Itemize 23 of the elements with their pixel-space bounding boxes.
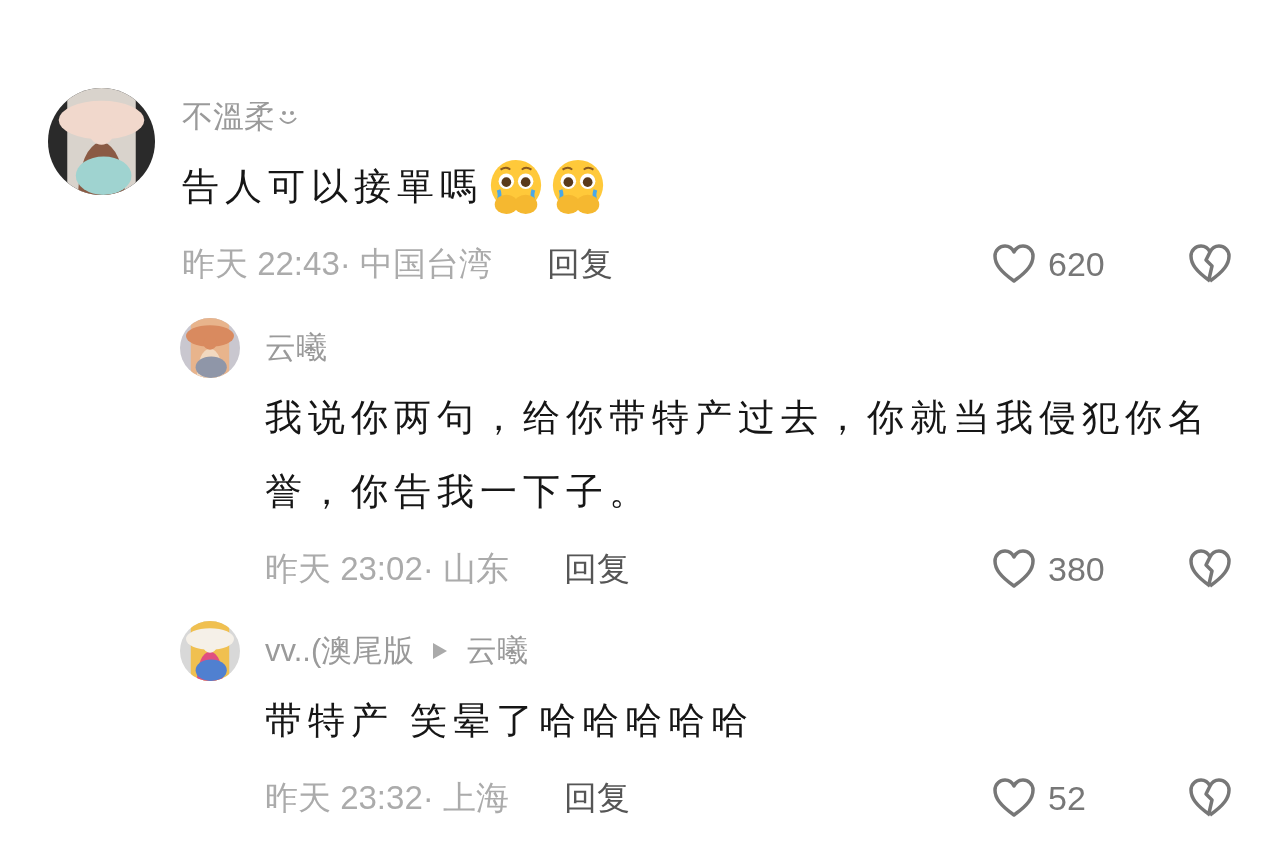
username[interactable]: 云曦	[265, 327, 327, 369]
reply-button[interactable]: 回复	[563, 775, 630, 821]
timestamp: 昨天 23:32· 上海	[265, 777, 509, 818]
reply-button[interactable]: 回复	[546, 241, 613, 287]
timestamp: 昨天 23:02· 山东	[265, 548, 509, 589]
username[interactable]: vv..(澳尾版	[265, 630, 415, 672]
comment-text: 告人可以接單嗎	[182, 165, 483, 209]
heart-icon[interactable]	[992, 549, 1036, 589]
broken-heart-icon[interactable]	[1188, 549, 1232, 589]
heart-icon[interactable]	[992, 778, 1036, 818]
broken-heart-icon[interactable]	[1188, 244, 1232, 284]
comment-text: 带特产 笑晕了哈哈哈哈哈	[265, 699, 755, 743]
broken-heart-icon[interactable]	[1188, 778, 1232, 818]
reply-target[interactable]: 云曦	[466, 630, 529, 672]
heart-icon[interactable]	[992, 244, 1036, 284]
like-count: 620	[1048, 244, 1105, 284]
username[interactable]: 不溫柔	[182, 96, 275, 138]
timestamp: 昨天 22:43· 中国台湾	[182, 243, 492, 284]
play-icon	[432, 642, 449, 660]
comment-text: 我说你两句，给你带特产过去，你就当我侵犯你名誉，你告我一下子。	[265, 396, 1212, 514]
like-count: 52	[1048, 778, 1086, 818]
like-count: 380	[1048, 549, 1105, 589]
reply-button[interactable]: 回复	[563, 546, 630, 592]
